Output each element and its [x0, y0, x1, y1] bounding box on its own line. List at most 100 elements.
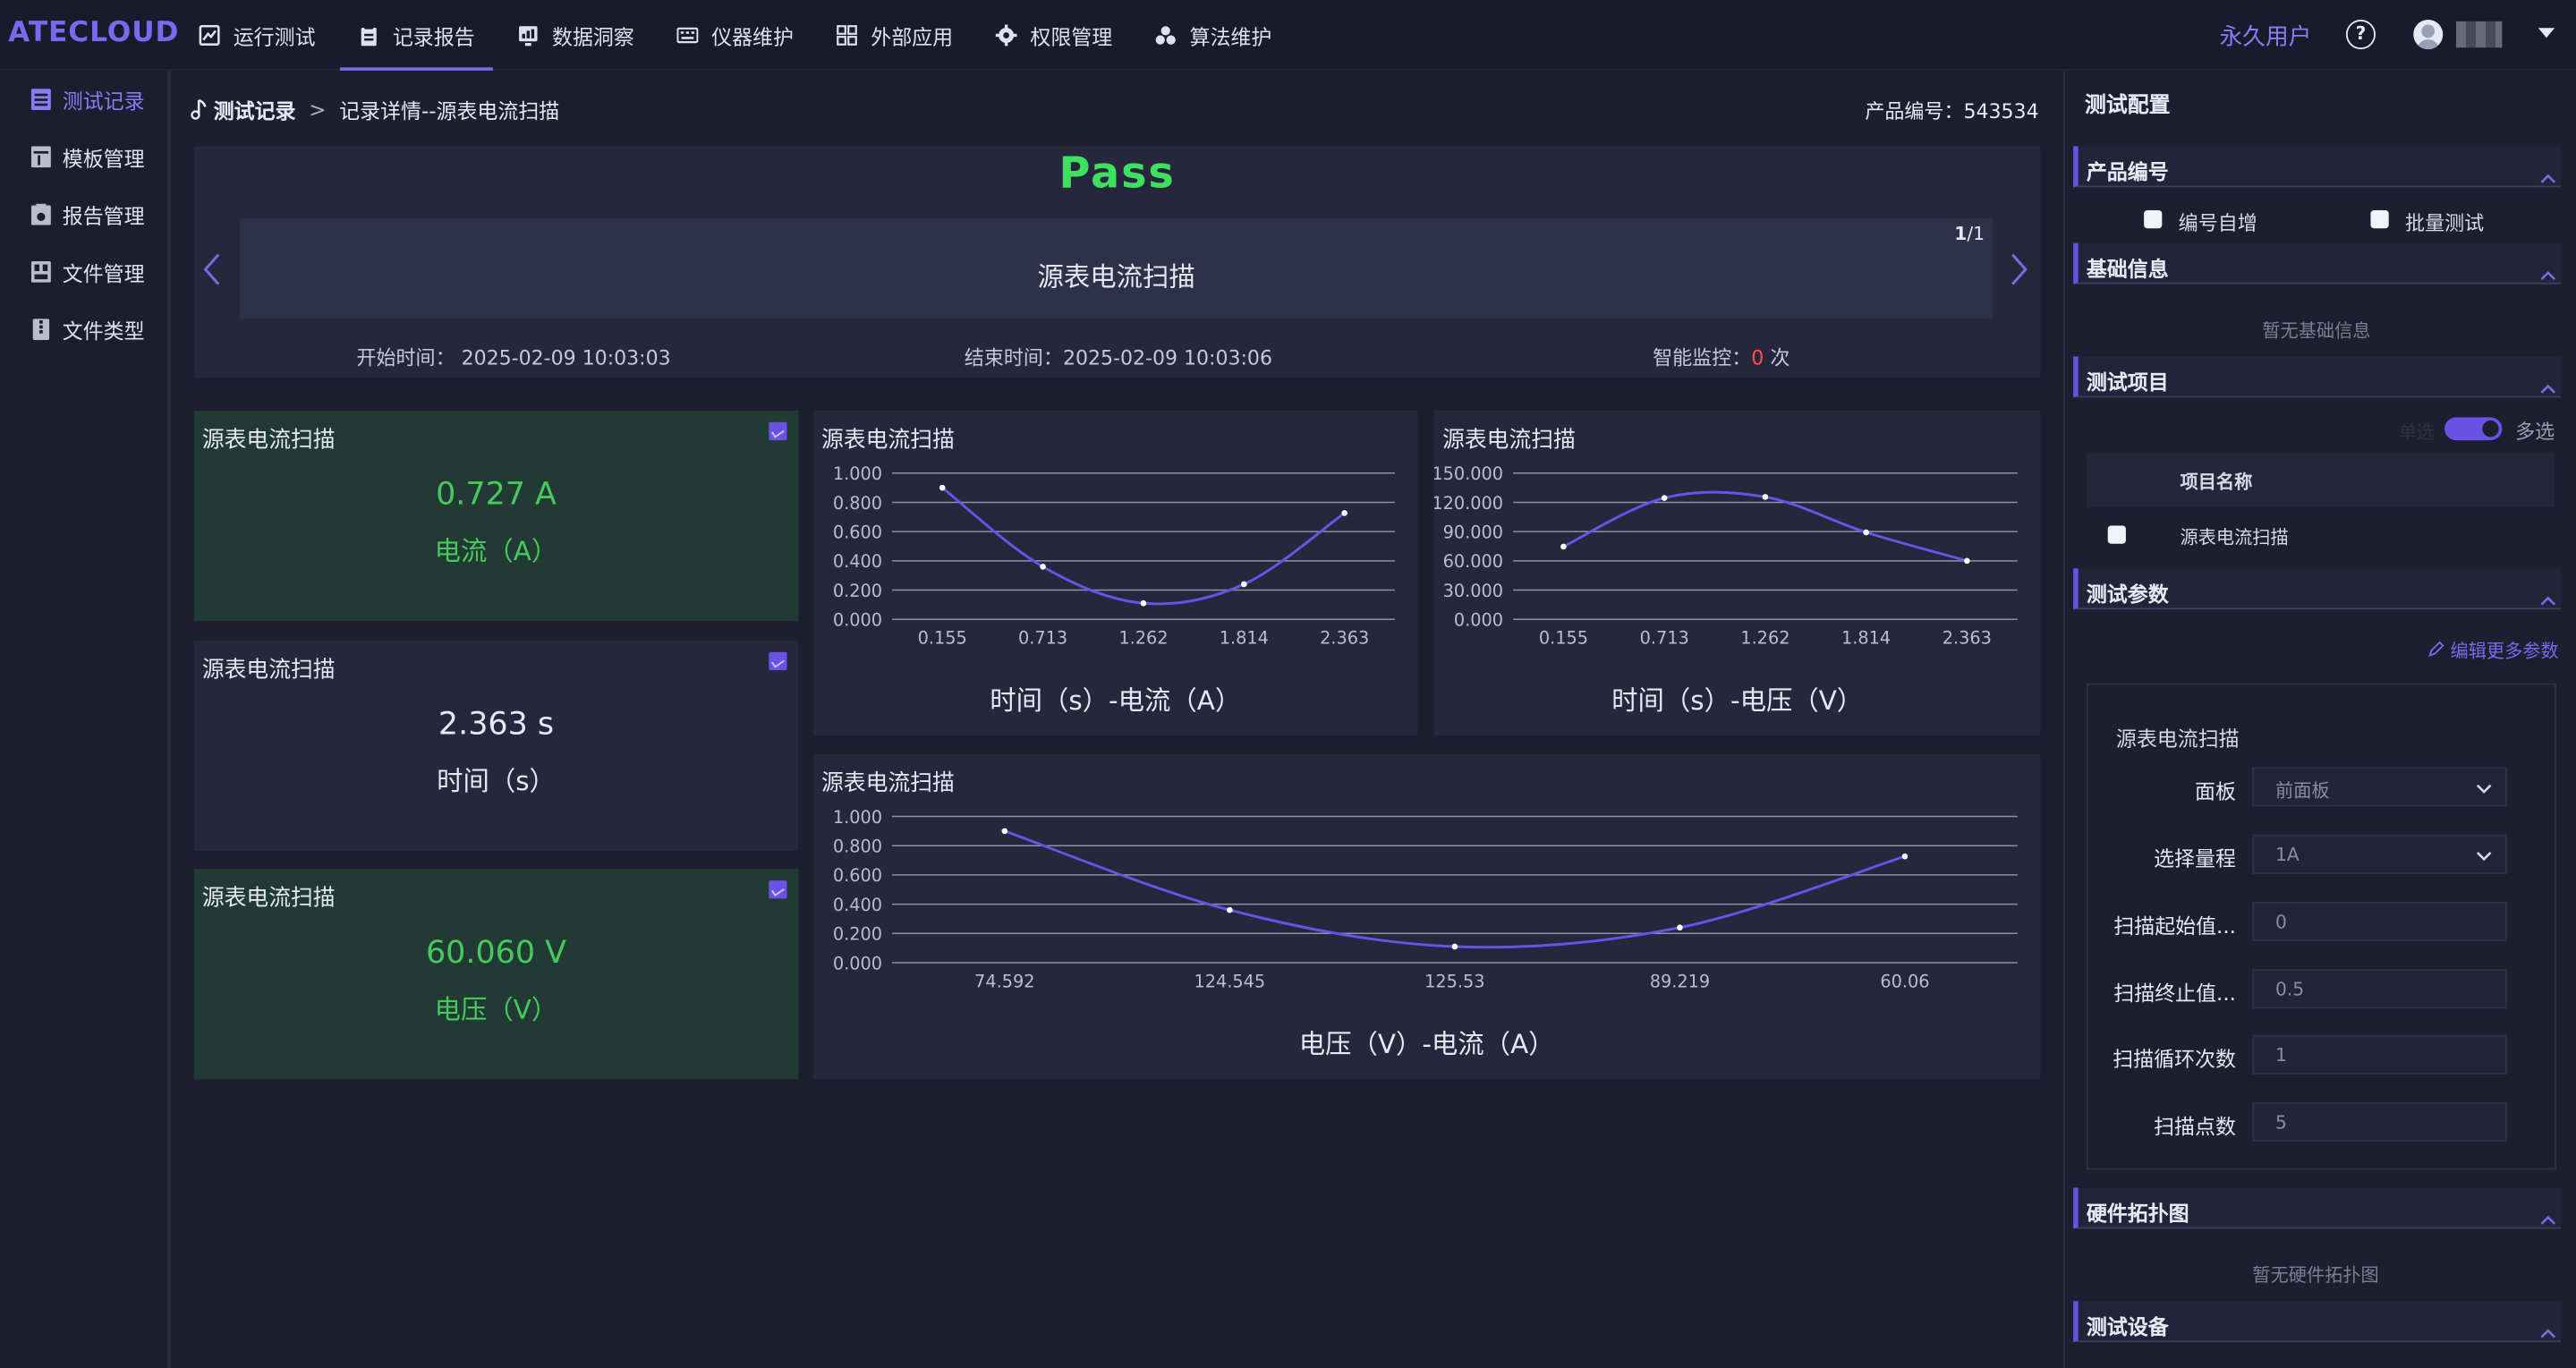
nav-instrument[interactable]: 仪器维护: [659, 0, 812, 71]
breadcrumb: 测试记录 > 记录详情--源表电流扫描: [191, 94, 559, 125]
sidebar-item-files[interactable]: 文件管理: [0, 243, 167, 301]
chart-toggle-icon[interactable]: [769, 651, 787, 671]
section-test-params[interactable]: 测试参数: [2073, 568, 2562, 610]
select-value: 前面板: [2274, 780, 2330, 803]
chevron-down-icon: [2476, 778, 2492, 794]
edit-more-label: 编辑更多参数: [2450, 641, 2559, 662]
nav-records[interactable]: 记录报告: [340, 0, 493, 71]
section-hw-topology[interactable]: 硬件拓扑图: [2073, 1187, 2562, 1229]
chart-toggle-icon[interactable]: [769, 880, 787, 899]
section-basic-info[interactable]: 基础信息: [2073, 242, 2562, 285]
pager-total: /1: [1967, 223, 1985, 245]
value-tile-time: 源表电流扫描 2.363 s 时间（s）: [193, 641, 799, 852]
x-tick-label: 89.219: [1650, 971, 1710, 991]
next-arrow-icon[interactable]: [2010, 251, 2029, 287]
batch-test-checkbox[interactable]: [2370, 210, 2389, 229]
user-type-label[interactable]: 永久用户: [2220, 20, 2312, 53]
scan-start-input[interactable]: 0: [2252, 902, 2507, 942]
chevron-up-icon[interactable]: [2540, 159, 2556, 183]
avatar[interactable]: [2413, 20, 2444, 50]
chevron-up-icon[interactable]: [2540, 1201, 2556, 1225]
section-product-no[interactable]: 产品编号: [2073, 146, 2562, 188]
x-tick-label: 0.713: [1018, 628, 1067, 649]
sidebar-item-reports[interactable]: 报告管理: [0, 185, 167, 242]
sidebar-item-label: 模板管理: [62, 146, 145, 171]
sidebar-item-test-records[interactable]: 测试记录: [0, 71, 167, 128]
nav-run-test[interactable]: 运行测试: [181, 0, 334, 71]
tile-value: 60.060 V: [425, 934, 567, 972]
data-point: [1964, 557, 1970, 565]
edit-more-params-link[interactable]: 编辑更多参数: [2428, 637, 2559, 663]
cog-icon: [995, 24, 1017, 47]
chevron-down-icon[interactable]: [2538, 28, 2555, 38]
item-row-checkbox[interactable]: [2107, 525, 2126, 544]
section-test-items[interactable]: 测试项目: [2073, 356, 2562, 398]
nav-label: 算法维护: [1189, 24, 1272, 50]
filetype-icon: [32, 319, 50, 341]
top-bar: ATECLOUD 运行测试 记录报告 数据洞察 仪器维护 外部应用 权限管理 算…: [0, 0, 2576, 71]
chevron-up-icon[interactable]: [2540, 582, 2556, 606]
scan-end-input[interactable]: 0.5: [2252, 969, 2507, 1009]
sidebar-item-file-types[interactable]: 文件类型: [0, 301, 167, 358]
x-tick-label: 0.155: [1539, 628, 1588, 649]
scan-points-input[interactable]: 5: [2252, 1102, 2507, 1143]
sidebar-item-templates[interactable]: 模板管理: [0, 128, 167, 185]
tile-title: 源表电流扫描: [201, 427, 336, 454]
x-tick-label: 1.814: [1841, 628, 1891, 649]
x-tick-label: 74.592: [974, 971, 1034, 991]
nav-external[interactable]: 外部应用: [818, 0, 971, 71]
chart-xlabel: 电压（V）-电流（A）: [1298, 1028, 1555, 1060]
pager-current: 1: [1954, 223, 1968, 245]
nav-label: 仪器维护: [711, 24, 794, 50]
auto-increment-checkbox[interactable]: [2144, 210, 2163, 229]
section-test-devices[interactable]: 测试设备: [2073, 1301, 2562, 1343]
nav-insight[interactable]: 数据洞察: [499, 0, 652, 71]
chart-time-current: 源表电流扫描 1.000 0.800 0.600 0.400 0.200 0.000 0.1…: [812, 411, 1418, 736]
panel-select[interactable]: 前面板: [2252, 767, 2507, 807]
clipboard-icon: [361, 24, 377, 47]
y-tick-label: 0.000: [1454, 610, 1503, 631]
data-point: [1040, 564, 1046, 570]
x-tick-label: 124.545: [1194, 971, 1265, 991]
single-select-label: 单选: [2398, 421, 2436, 444]
y-tick-label: 60.000: [1443, 551, 1503, 572]
monitor-unit: 次: [1764, 346, 1790, 370]
data-point: [1001, 828, 1008, 835]
data-point: [1240, 581, 1247, 588]
chart-toggle-icon[interactable]: [769, 421, 787, 441]
y-tick-label: 90.000: [1443, 523, 1503, 543]
data-point: [1341, 510, 1348, 516]
template-icon: [30, 146, 51, 168]
chart-time-voltage: 源表电流扫描 150.000 120.000 90.000 60.000 30.000 0…: [1433, 411, 2041, 736]
y-tick-label: 30.000: [1443, 581, 1503, 601]
no-basic-info: 暂无基础信息: [2262, 320, 2371, 342]
grid-icon: [837, 25, 857, 46]
nav-permission[interactable]: 权限管理: [978, 0, 1131, 71]
report-icon: [30, 203, 51, 225]
nav-label: 外部应用: [871, 24, 954, 50]
breadcrumb-root[interactable]: 测试记录: [214, 94, 296, 125]
prev-arrow-icon[interactable]: [202, 251, 222, 287]
help-icon[interactable]: ?: [2345, 20, 2376, 50]
tile-unit: 时间（s）: [437, 765, 556, 797]
pencil-icon: [2428, 641, 2444, 658]
user-name-blurred[interactable]: [2455, 21, 2503, 48]
chevron-up-icon[interactable]: [2540, 256, 2556, 281]
nav-algorithm[interactable]: 算法维护: [1137, 0, 1290, 71]
scan-cycles-input[interactable]: 1: [2252, 1034, 2507, 1075]
no-topology: 暂无硬件拓扑图: [2252, 1264, 2379, 1287]
multi-select-toggle[interactable]: [2444, 417, 2503, 441]
item-row-name[interactable]: 源表电流扫描: [2181, 524, 2289, 550]
product-number: 产品编号：543534: [1865, 100, 2039, 123]
chevron-up-icon[interactable]: [2540, 370, 2556, 394]
chart-xlabel: 时间（s）-电流（A）: [990, 684, 1242, 717]
brand-logo[interactable]: ATECLOUD: [8, 16, 179, 49]
sidebar-item-label: 文件类型: [62, 319, 145, 344]
y-tick-label: 1.000: [833, 807, 882, 828]
sidebar-item-label: 报告管理: [62, 203, 145, 229]
y-tick-label: 0.800: [833, 837, 882, 857]
chevron-up-icon[interactable]: [2540, 1314, 2556, 1338]
y-tick-label: 0.400: [833, 895, 882, 915]
range-select[interactable]: 1A: [2252, 834, 2507, 874]
param-label-panel: 面板: [2195, 778, 2236, 803]
